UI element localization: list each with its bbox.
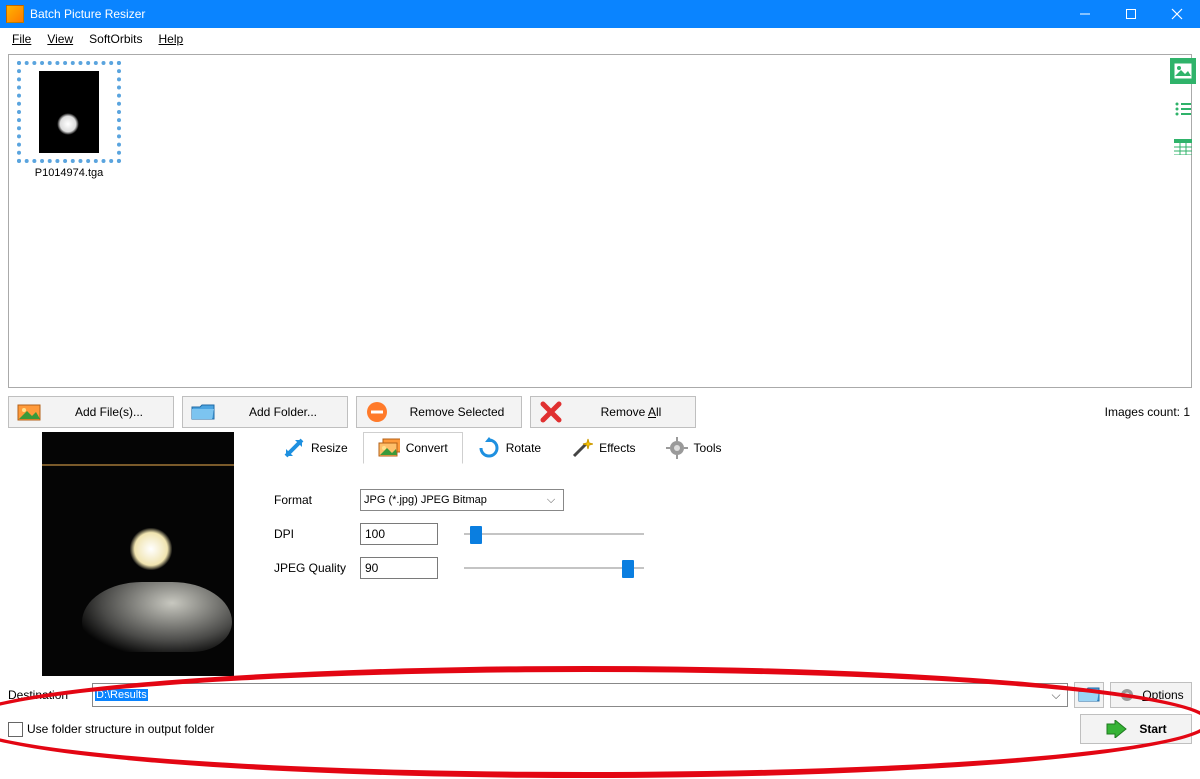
gear-icon <box>1118 686 1136 704</box>
preview-panel <box>8 432 268 678</box>
menu-bar: File View SoftOrbits Help <box>0 28 1200 50</box>
view-list-button[interactable] <box>1170 96 1196 122</box>
dpi-label: DPI <box>274 527 360 541</box>
convert-icon <box>378 437 400 459</box>
add-folder-button[interactable]: Add Folder... <box>182 396 348 428</box>
tab-convert[interactable]: Convert <box>363 432 463 464</box>
start-button[interactable]: Start <box>1080 714 1192 744</box>
effects-icon <box>571 437 593 459</box>
file-name-label: P1014974.tga <box>17 167 121 179</box>
grid-icon <box>1174 139 1192 155</box>
view-details-button[interactable] <box>1170 134 1196 160</box>
start-label: Start <box>1139 722 1166 736</box>
picture-add-icon <box>17 401 41 423</box>
menu-file[interactable]: File <box>4 30 39 48</box>
menu-help[interactable]: Help <box>151 30 192 48</box>
menu-softorbits[interactable]: SoftOrbits <box>81 30 150 48</box>
app-icon <box>6 5 24 23</box>
chevron-down-icon: ⌵ <box>1047 688 1065 703</box>
dpi-slider[interactable] <box>464 524 644 544</box>
destination-label: Destination <box>8 688 86 702</box>
images-count-label: Images count: 1 <box>1105 405 1190 419</box>
picture-icon <box>1174 63 1192 79</box>
jpeg-quality-label: JPEG Quality <box>274 561 360 575</box>
jpeg-quality-input[interactable] <box>360 557 438 579</box>
add-files-button[interactable]: Add File(s)... <box>8 396 174 428</box>
view-thumbnails-button[interactable] <box>1170 58 1196 84</box>
options-button[interactable]: Options <box>1110 682 1192 708</box>
format-value: JPG (*.jpg) JPEG Bitmap <box>364 494 487 506</box>
format-select[interactable]: JPG (*.jpg) JPEG Bitmap ⌵ <box>360 489 564 511</box>
menu-view[interactable]: View <box>39 30 81 48</box>
preview-image <box>42 432 234 676</box>
remove-all-icon <box>539 401 563 423</box>
format-label: Format <box>274 493 360 507</box>
minimize-button[interactable] <box>1062 0 1108 28</box>
tab-rotate[interactable]: Rotate <box>463 432 556 464</box>
file-list-panel[interactable]: P1014974.tga <box>8 54 1192 388</box>
dpi-input[interactable] <box>360 523 438 545</box>
destination-input[interactable]: D:\Results ⌵ <box>92 683 1068 707</box>
chevron-down-icon: ⌵ <box>542 494 560 507</box>
file-thumbnail[interactable]: P1014974.tga <box>17 61 121 179</box>
close-button[interactable] <box>1154 0 1200 28</box>
remove-all-label: Remove All <box>575 405 687 419</box>
remove-all-button[interactable]: Remove All <box>530 396 696 428</box>
add-files-label: Add File(s)... <box>53 405 165 419</box>
maximize-button[interactable] <box>1108 0 1154 28</box>
folder-open-icon <box>1078 686 1100 704</box>
resize-icon <box>283 437 305 459</box>
remove-selected-icon <box>365 401 389 423</box>
start-arrow-icon <box>1105 720 1127 738</box>
list-icon <box>1174 101 1192 117</box>
tab-convert-body: Format JPG (*.jpg) JPEG Bitmap ⌵ DPI JPE… <box>268 464 1192 591</box>
folder-icon <box>191 401 215 423</box>
use-folder-structure-label: Use folder structure in output folder <box>27 722 214 736</box>
remove-selected-label: Remove Selected <box>401 405 513 419</box>
window-title: Batch Picture Resizer <box>30 7 145 21</box>
tab-tools[interactable]: Tools <box>651 432 737 464</box>
browse-destination-button[interactable] <box>1074 682 1104 708</box>
tabs: Resize Convert Rotate Effects Tools <box>268 432 1192 464</box>
jpeg-quality-slider[interactable] <box>464 558 644 578</box>
add-folder-label: Add Folder... <box>227 405 339 419</box>
destination-value: D:\Results <box>95 689 148 701</box>
gear-icon <box>666 437 688 459</box>
use-folder-structure-checkbox[interactable] <box>8 722 23 737</box>
rotate-icon <box>478 437 500 459</box>
options-label: Options <box>1142 688 1183 702</box>
tab-effects[interactable]: Effects <box>556 432 650 464</box>
tab-resize[interactable]: Resize <box>268 432 363 464</box>
title-bar: Batch Picture Resizer <box>0 0 1200 28</box>
remove-selected-button[interactable]: Remove Selected <box>356 396 522 428</box>
